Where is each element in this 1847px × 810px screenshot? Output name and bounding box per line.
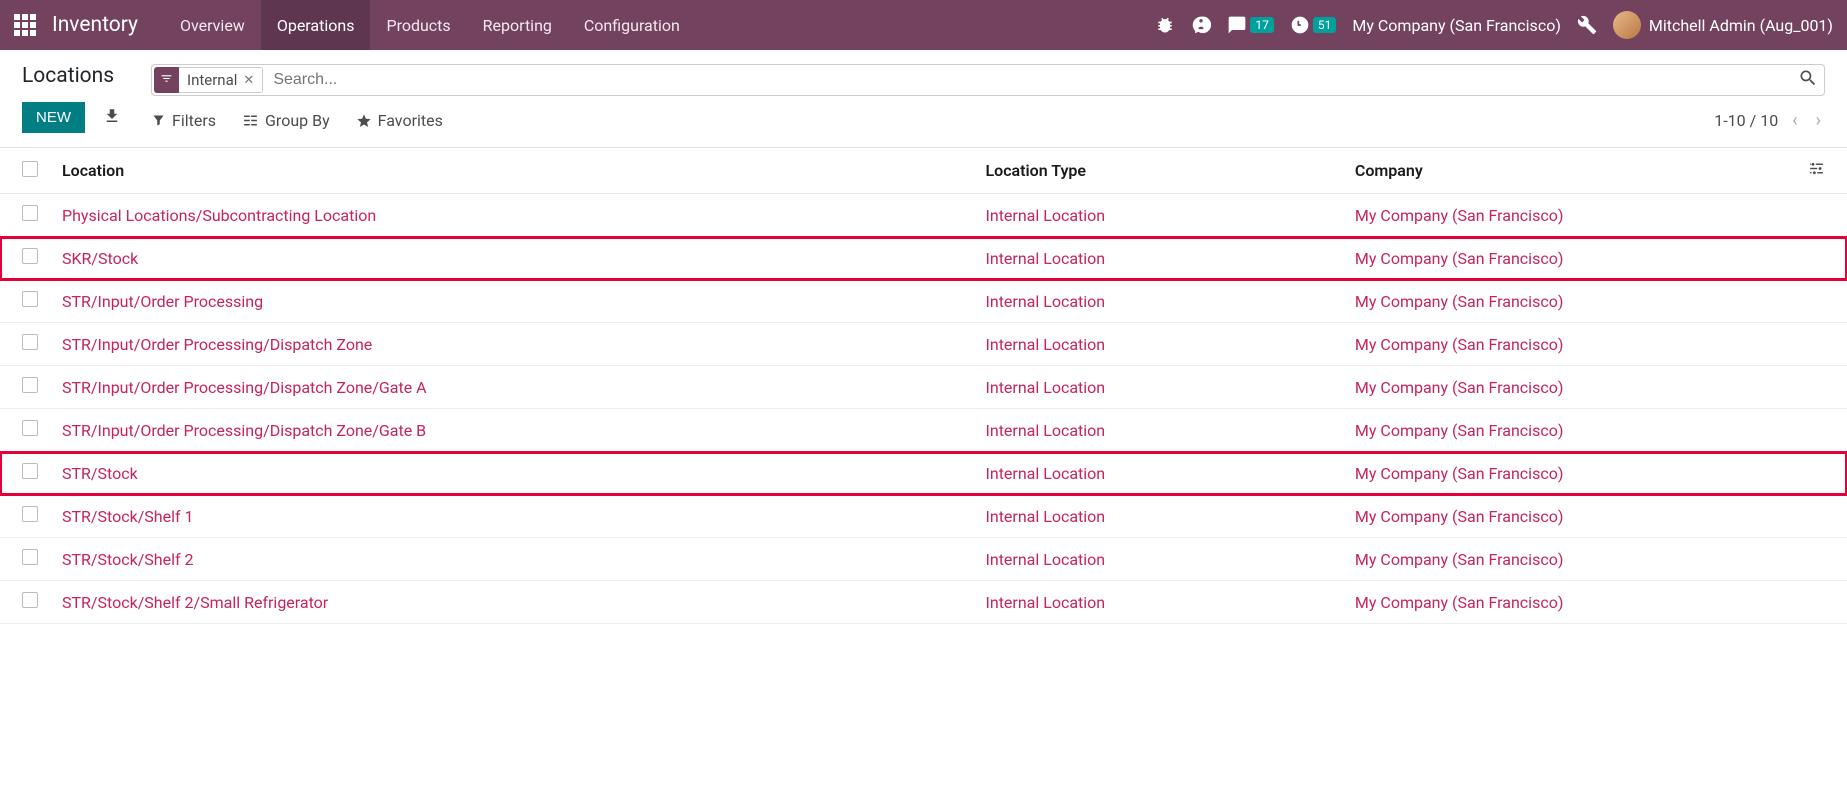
messages-badge: 17 (1250, 17, 1274, 33)
select-all-checkbox[interactable] (22, 161, 38, 177)
main-menu: OverviewOperationsProductsReportingConfi… (164, 0, 696, 50)
cell-company[interactable]: My Company (San Francisco) (1355, 593, 1564, 612)
cell-type[interactable]: Internal Location (986, 206, 1106, 225)
cell-company[interactable]: My Company (San Francisco) (1355, 249, 1564, 268)
new-button[interactable]: NEW (22, 102, 85, 133)
row-checkbox[interactable] (22, 205, 38, 221)
cell-location[interactable]: STR/Input/Order Processing/Dispatch Zone… (62, 421, 426, 440)
cell-type[interactable]: Internal Location (986, 550, 1106, 569)
row-checkbox[interactable] (22, 420, 38, 436)
cell-location[interactable]: Physical Locations/Subcontracting Locati… (62, 206, 376, 225)
module-brand[interactable]: Inventory (52, 13, 138, 37)
filters-button[interactable]: Filters (151, 111, 216, 130)
messages-icon[interactable]: 17 (1227, 15, 1274, 35)
row-checkbox[interactable] (22, 291, 38, 307)
cell-type[interactable]: Internal Location (986, 464, 1106, 483)
table-row[interactable]: STR/Stock/Shelf 2 Internal Location My Com… (0, 538, 1847, 581)
table-row[interactable]: STR/Stock Internal Location My Company (Sa… (0, 452, 1847, 495)
row-checkbox[interactable] (22, 549, 38, 565)
search-input[interactable] (269, 67, 1792, 93)
cell-company[interactable]: My Company (San Francisco) (1355, 550, 1564, 569)
header-type[interactable]: Location Type (976, 148, 1345, 194)
table-row[interactable]: STR/Input/Order Processing/Dispatch Zone… (0, 409, 1847, 452)
menu-item-operations[interactable]: Operations (261, 0, 371, 50)
menu-item-overview[interactable]: Overview (164, 0, 261, 50)
search-chip: Internal ✕ (154, 67, 263, 93)
cell-type[interactable]: Internal Location (986, 507, 1106, 526)
company-selector[interactable]: My Company (San Francisco) (1352, 16, 1561, 35)
cell-location[interactable]: STR/Input/Order Processing (62, 292, 263, 311)
page-title: Locations (22, 64, 121, 88)
menu-item-products[interactable]: Products (370, 0, 466, 50)
cell-location[interactable]: STR/Stock (62, 464, 138, 483)
cell-type[interactable]: Internal Location (986, 378, 1106, 397)
control-panel: Locations NEW Internal ✕ (0, 50, 1847, 133)
pager-next-icon[interactable]: › (1812, 108, 1825, 133)
row-checkbox[interactable] (22, 463, 38, 479)
list-view: Location Location Type Company Physical … (0, 147, 1847, 624)
cell-company[interactable]: My Company (San Francisco) (1355, 292, 1564, 311)
top-nav: Inventory OverviewOperationsProductsRepo… (0, 0, 1847, 50)
table-row[interactable]: STR/Stock/Shelf 2/Small Refrigerator Inte… (0, 581, 1847, 624)
activities-badge: 51 (1313, 17, 1337, 33)
columns-settings-icon[interactable] (1808, 162, 1825, 181)
tools-icon[interactable] (1577, 15, 1597, 35)
user-menu[interactable]: Mitchell Admin (Aug_001) (1613, 11, 1833, 39)
header-company[interactable]: Company (1345, 148, 1795, 194)
groupby-label: Group By (265, 111, 330, 130)
cell-location[interactable]: STR/Stock/Shelf 1 (62, 507, 194, 526)
cell-company[interactable]: My Company (San Francisco) (1355, 206, 1564, 225)
cell-type[interactable]: Internal Location (986, 292, 1106, 311)
table-row[interactable]: STR/Input/Order Processing Internal Locat… (0, 280, 1847, 323)
activities-icon[interactable]: 51 (1290, 15, 1337, 35)
search-bar: Internal ✕ (151, 64, 1825, 96)
groupby-button[interactable]: Group By (242, 111, 330, 130)
cell-type[interactable]: Internal Location (986, 421, 1106, 440)
table-row[interactable]: Physical Locations/Subcontracting Locati… (0, 194, 1847, 237)
table-row[interactable]: STR/Input/Order Processing/Dispatch Zone… (0, 323, 1847, 366)
header-location[interactable]: Location (52, 148, 976, 194)
cell-location[interactable]: SKR/Stock (62, 249, 138, 268)
row-checkbox[interactable] (22, 592, 38, 608)
menu-item-reporting[interactable]: Reporting (467, 0, 568, 50)
funnel-icon (154, 67, 179, 93)
cell-location[interactable]: STR/Stock/Shelf 2/Small Refrigerator (62, 593, 328, 612)
cell-type[interactable]: Internal Location (986, 335, 1106, 354)
cell-type[interactable]: Internal Location (986, 249, 1106, 268)
row-checkbox[interactable] (22, 248, 38, 264)
support-icon[interactable] (1191, 15, 1211, 35)
cell-location[interactable]: STR/Input/Order Processing/Dispatch Zone… (62, 378, 427, 397)
search-icon[interactable] (1798, 68, 1818, 92)
cell-company[interactable]: My Company (San Francisco) (1355, 507, 1564, 526)
pager: 1-10 / 10 ‹ › (1714, 108, 1825, 133)
filters-label: Filters (172, 111, 216, 130)
row-checkbox[interactable] (22, 506, 38, 522)
toolbar: Filters Group By Favorites 1-10 / 10 ‹ › (151, 108, 1825, 133)
favorites-label: Favorites (378, 111, 443, 130)
cell-location[interactable]: STR/Input/Order Processing/Dispatch Zone (62, 335, 372, 354)
avatar (1613, 11, 1641, 39)
download-icon[interactable] (103, 107, 121, 129)
debug-icon[interactable] (1155, 15, 1175, 35)
cell-company[interactable]: My Company (San Francisco) (1355, 378, 1564, 397)
cell-company[interactable]: My Company (San Francisco) (1355, 464, 1564, 483)
cell-location[interactable]: STR/Stock/Shelf 2 (62, 550, 194, 569)
table-row[interactable]: SKR/Stock Internal Location My Company (Sa… (0, 237, 1847, 280)
pager-prev-icon[interactable]: ‹ (1788, 108, 1801, 133)
table-header-row: Location Location Type Company (0, 148, 1847, 194)
cell-company[interactable]: My Company (San Francisco) (1355, 335, 1564, 354)
row-checkbox[interactable] (22, 377, 38, 393)
chip-label: Internal (187, 71, 237, 89)
chip-remove-icon[interactable]: ✕ (243, 73, 254, 88)
user-name: Mitchell Admin (Aug_001) (1649, 16, 1833, 35)
menu-item-configuration[interactable]: Configuration (568, 0, 696, 50)
pager-text: 1-10 / 10 (1714, 111, 1778, 130)
table-row[interactable]: STR/Stock/Shelf 1 Internal Location My Com… (0, 495, 1847, 538)
cell-type[interactable]: Internal Location (986, 593, 1106, 612)
favorites-button[interactable]: Favorites (356, 111, 443, 130)
cell-company[interactable]: My Company (San Francisco) (1355, 421, 1564, 440)
apps-icon[interactable] (14, 14, 36, 36)
table-row[interactable]: STR/Input/Order Processing/Dispatch Zone… (0, 366, 1847, 409)
row-checkbox[interactable] (22, 334, 38, 350)
